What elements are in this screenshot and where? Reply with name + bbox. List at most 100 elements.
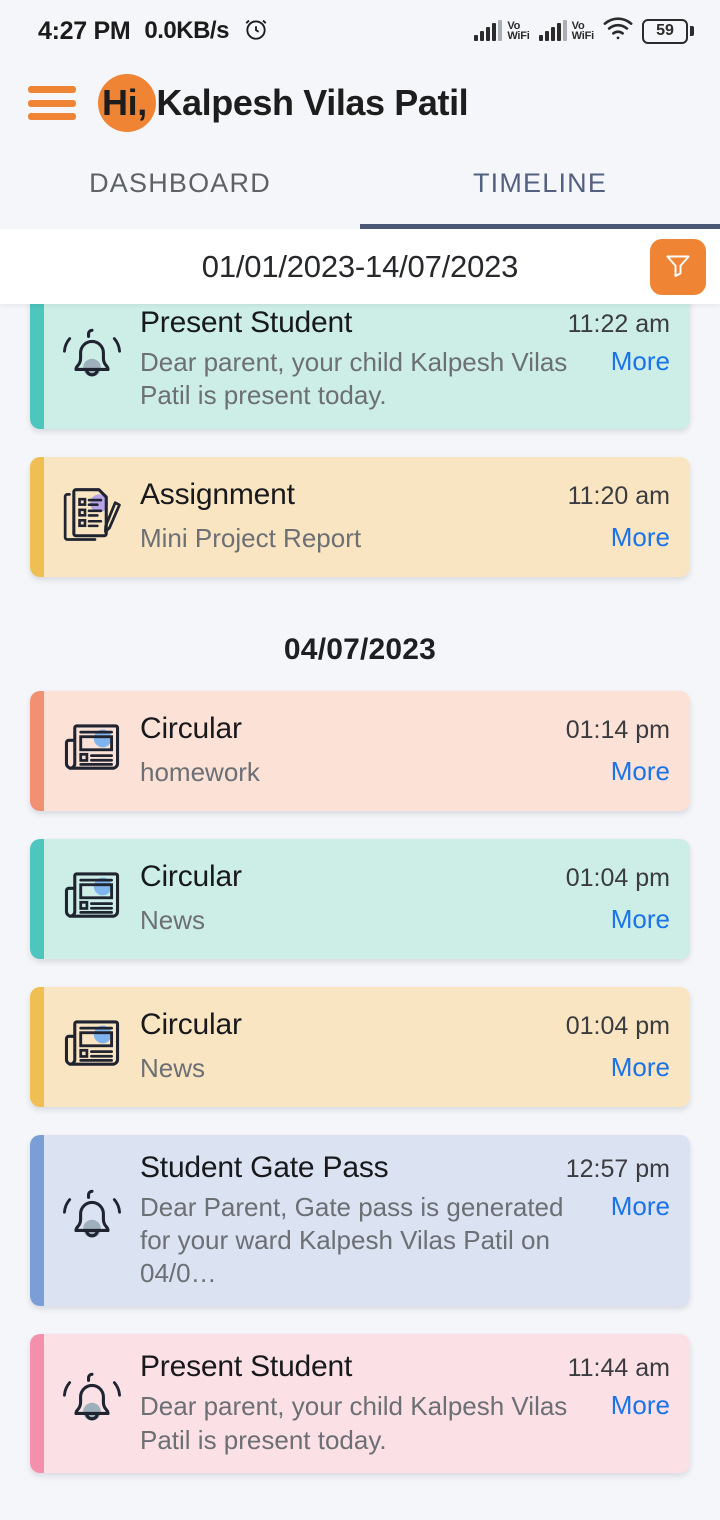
funnel-filter-icon	[663, 250, 693, 283]
card-time: 11:20 am	[567, 481, 670, 510]
card-time: 12:57 pm	[565, 1154, 670, 1183]
status-time: 4:27 PM	[38, 16, 131, 45]
hamburger-line	[28, 86, 76, 93]
card-more-link[interactable]: More	[595, 904, 670, 935]
card-header-row: Student Gate Pass 12:57 pm	[140, 1151, 690, 1185]
card-detail-row: Dear Parent, Gate pass is generated for …	[140, 1191, 690, 1291]
card-description: Dear parent, your child Kalpesh Vilas Pa…	[140, 347, 568, 411]
status-bar-right: Vo WiFi Vo WiFi 59	[474, 16, 694, 46]
card-body: Circular 01:04 pm News More	[140, 844, 690, 953]
assignment-icon	[54, 476, 130, 557]
tab-dashboard[interactable]: DASHBOARD	[0, 144, 360, 229]
card-icon	[44, 319, 140, 400]
timeline-card[interactable]: Student Gate Pass 12:57 pm Dear Parent, Ga…	[30, 1134, 690, 1307]
timeline-list[interactable]: Present Student 11:22 am Dear parent, your…	[0, 304, 720, 1520]
status-bar-left: 4:27 PM 0.0KB/s	[38, 16, 269, 47]
card-header-row: Circular 01:14 pm	[140, 712, 690, 746]
card-icon	[44, 710, 140, 791]
card-icon	[44, 1363, 140, 1444]
card-header-row: Present Student 11:22 am	[140, 306, 690, 340]
card-icon	[44, 1180, 140, 1261]
volte-line2: WiFi	[571, 30, 595, 42]
card-description: News	[140, 904, 206, 935]
card-accent-bar	[30, 1134, 44, 1307]
timeline-card[interactable]: Present Student 11:22 am Dear parent, your…	[30, 304, 690, 429]
card-description: Dear Parent, Gate pass is generated for …	[140, 1191, 564, 1289]
cellular-signal-icon	[538, 20, 567, 41]
card-accent-bar	[30, 456, 44, 577]
wifi-icon	[603, 16, 633, 46]
card-more-link[interactable]: More	[595, 756, 670, 787]
card-header-row: Assignment 11:20 am	[140, 478, 690, 512]
card-header-row: Circular 01:04 pm	[140, 1008, 690, 1042]
battery-level: 59	[642, 18, 688, 44]
hamburger-menu-icon[interactable]	[28, 86, 76, 120]
signal-group-2: Vo WiFi	[538, 20, 595, 42]
card-time: 11:44 am	[567, 1354, 670, 1383]
card-detail-row: Dear parent, your child Kalpesh Vilas Pa…	[140, 1390, 690, 1457]
card-body: Present Student 11:22 am Dear parent, your…	[140, 304, 690, 429]
card-icon	[44, 1006, 140, 1087]
card-more-link[interactable]: More	[595, 346, 670, 377]
timeline-card[interactable]: Circular 01:14 pm homework More	[30, 690, 690, 811]
timeline-list-inner: Present Student 11:22 am Dear parent, your…	[0, 304, 720, 1511]
filter-button[interactable]	[650, 238, 706, 295]
card-body: Present Student 11:44 am Dear parent, your…	[140, 1334, 690, 1473]
cellular-signal-icon	[474, 20, 503, 41]
card-header-row: Present Student 11:44 am	[140, 1350, 690, 1384]
status-bar: 4:27 PM 0.0KB/s Vo WiFi Vo WiFi 59	[0, 0, 720, 62]
volte-wifi-label-2: Vo WiFi	[571, 21, 595, 42]
hamburger-line	[28, 99, 76, 107]
card-icon	[44, 476, 140, 557]
card-title: Assignment	[140, 477, 295, 511]
timeline-card[interactable]: Present Student 11:44 am Dear parent, your…	[30, 1334, 690, 1473]
card-detail-row: News More	[140, 904, 690, 937]
card-title: Circular	[140, 1007, 242, 1041]
bell-icon	[54, 1180, 130, 1261]
card-time: 11:22 am	[567, 310, 670, 338]
network-speed: 0.0KB/s	[144, 17, 229, 44]
card-title: Present Student	[140, 1350, 353, 1384]
card-more-link[interactable]: More	[595, 1191, 670, 1222]
card-body: Circular 01:14 pm homework More	[140, 696, 690, 805]
newspaper-icon	[54, 858, 130, 939]
date-range-label[interactable]: 01/01/2023-14/07/2023	[202, 249, 519, 285]
card-time: 01:14 pm	[565, 715, 670, 744]
timeline-card[interactable]: Assignment 11:20 am Mini Project Report Mor…	[30, 456, 690, 577]
card-title: Circular	[140, 711, 242, 745]
card-detail-row: Dear parent, your child Kalpesh Vilas Pa…	[140, 346, 690, 413]
card-body: Circular 01:04 pm News More	[140, 992, 690, 1101]
volte-line2: WiFi	[507, 30, 530, 42]
card-body: Student Gate Pass 12:57 pm Dear Parent, Ga…	[140, 1135, 690, 1307]
app-screen: 4:27 PM 0.0KB/s Vo WiFi Vo WiFi 59 Hi, K…	[0, 0, 720, 1520]
card-more-link[interactable]: More	[595, 1390, 670, 1421]
timeline-card[interactable]: Circular 01:04 pm News More	[30, 986, 690, 1107]
signal-group-1: Vo WiFi	[474, 20, 530, 42]
volte-wifi-label-1: Vo WiFi	[507, 21, 530, 42]
card-title: Present Student	[140, 306, 353, 339]
app-bar: Hi, Kalpesh Vilas Patil	[0, 62, 720, 144]
card-detail-row: homework More	[140, 756, 690, 789]
newspaper-icon	[54, 710, 130, 791]
card-more-link[interactable]: More	[595, 522, 670, 553]
tab-bar: DASHBOARD TIMELINE	[0, 144, 720, 229]
alarm-clock-icon	[243, 16, 269, 47]
card-accent-bar	[30, 690, 44, 811]
card-description: Dear parent, your child Kalpesh Vilas Pa…	[140, 1391, 568, 1455]
card-time: 01:04 pm	[565, 863, 670, 892]
timeline-card[interactable]: Circular 01:04 pm News More	[30, 838, 690, 959]
greeting-block: Hi, Kalpesh Vilas Patil	[98, 71, 469, 135]
card-accent-bar	[30, 304, 44, 429]
battery-icon: 59	[642, 18, 694, 44]
battery-cap	[690, 26, 694, 36]
card-more-link[interactable]: More	[595, 1052, 670, 1083]
card-description: homework	[140, 756, 260, 787]
greeting-text: Hi, Kalpesh Vilas Patil	[102, 82, 469, 123]
card-accent-bar	[30, 1334, 44, 1473]
card-body: Assignment 11:20 am Mini Project Report Mor…	[140, 462, 690, 571]
card-description: News	[140, 1052, 206, 1083]
card-header-row: Circular 01:04 pm	[140, 860, 690, 894]
tab-timeline[interactable]: TIMELINE	[360, 144, 720, 229]
card-title: Circular	[140, 859, 242, 893]
newspaper-icon	[54, 1006, 130, 1087]
